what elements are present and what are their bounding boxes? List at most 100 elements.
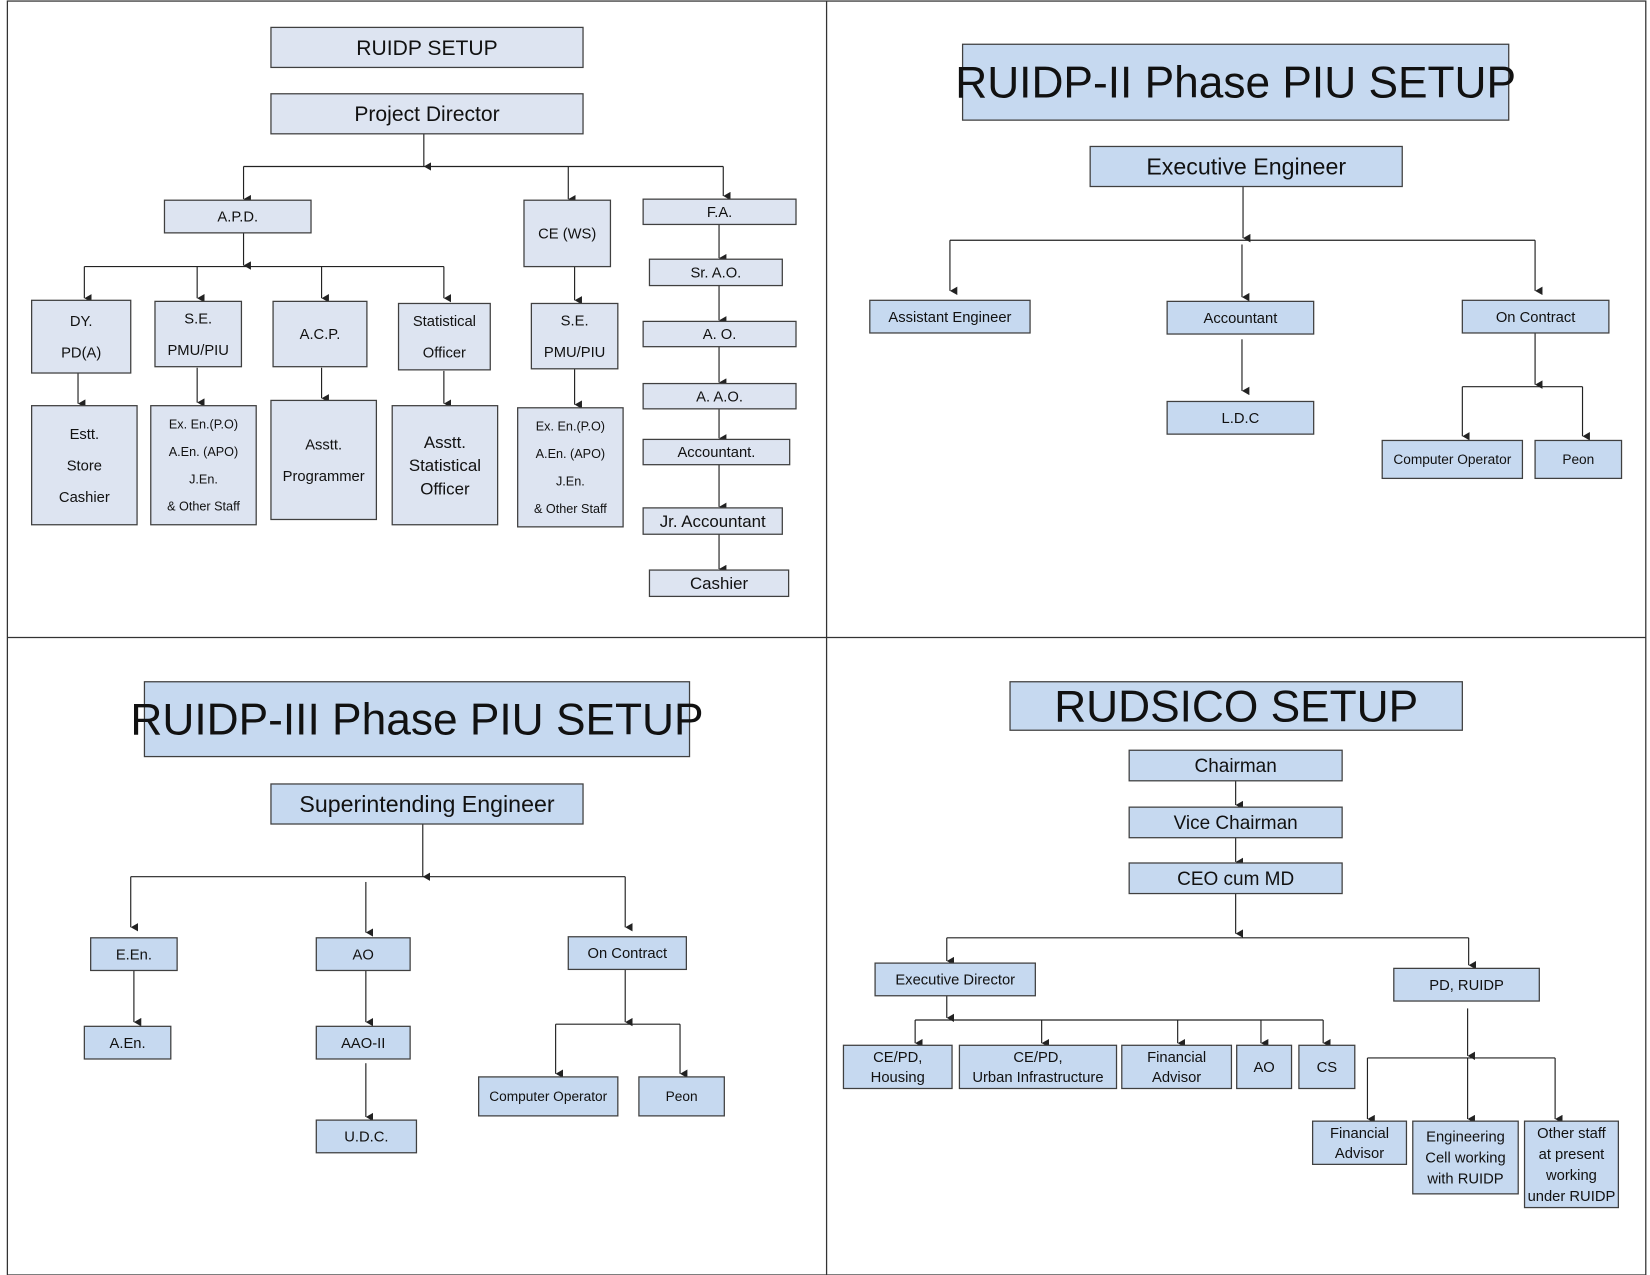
superintending-engineer-label: Superintending Engineer — [299, 791, 554, 817]
apd-label: A.P.D. — [217, 210, 258, 226]
finance-chain-2: A. O. — [642, 320, 797, 348]
exen-staff-label: & Other Staff — [167, 500, 240, 514]
ao-3-label: AO — [353, 947, 374, 963]
engineering-cell-label: Engineering — [1426, 1130, 1505, 1146]
project-director: Project Director — [270, 93, 584, 135]
finance-chain-4: Accountant. — [642, 438, 791, 466]
ceo-cum-md-label: CEO cum MD — [1177, 869, 1294, 890]
other-staff-label: working — [1545, 1168, 1597, 1184]
statistical-officer-label: Statistical — [413, 314, 476, 330]
computer-operator-2-label: Computer Operator — [1393, 452, 1511, 467]
finance-chain-5-label: Jr. Accountant — [660, 512, 766, 531]
een-label: E.En. — [116, 947, 152, 963]
finance-chain-1-label: Sr. A.O. — [690, 266, 741, 282]
vice-chairman-label: Vice Chairman — [1174, 813, 1298, 834]
fa-ruidp: Financial Advisor — [1311, 1120, 1408, 1165]
on-contract-label: On Contract — [1496, 310, 1576, 326]
een: E.En. — [90, 937, 178, 972]
udc-label: U.D.C. — [344, 1130, 388, 1146]
fa-label: F.A. — [707, 205, 732, 221]
ce-urban-label: Urban Infrastructure — [972, 1070, 1103, 1086]
chairman-label: Chairman — [1195, 756, 1277, 777]
other-staff-label: under RUIDP — [1528, 1189, 1616, 1205]
fa-ruidp-label: Advisor — [1335, 1146, 1384, 1162]
pd-ruidp-label: PD, RUIDP — [1429, 978, 1504, 994]
finance-chain-4-label: Accountant. — [677, 445, 755, 461]
ruidp-title-label: RUIDP SETUP — [356, 37, 497, 60]
asst-stat-officer-label: Statistical — [409, 456, 481, 475]
rudsico-title: RUDSICO SETUP — [1009, 681, 1463, 731]
other-staff-label: at present — [1539, 1147, 1605, 1163]
computer-operator-2: Computer Operator — [1381, 439, 1524, 480]
dy-pd-label: PD(A) — [61, 346, 101, 362]
ruidp3-title-label: RUIDP-III Phase PIU SETUP — [130, 696, 703, 745]
ce-ws-label: CE (WS) — [538, 227, 596, 243]
financial-advisor-label: Financial — [1147, 1050, 1206, 1066]
pd-ruidp: PD, RUIDP — [1393, 967, 1540, 1002]
ruidp2-title-label: RUIDP-II Phase PIU SETUP — [955, 59, 1516, 108]
executive-director: Executive Director — [874, 962, 1036, 997]
page-frame — [6, 0, 1647, 1275]
on-contract-3-label: On Contract — [588, 946, 668, 962]
asst-stat-officer-label: Officer — [420, 479, 470, 498]
asst-programmer: Asstt. Programmer — [270, 399, 378, 521]
finance-chain-1: Sr. A.O. — [648, 258, 783, 287]
se-pmu-label: PMU/PIU — [167, 343, 228, 359]
vice-chairman: Vice Chairman — [1128, 806, 1343, 839]
asst-programmer-label: Programmer — [283, 469, 365, 485]
udc: U.D.C. — [315, 1119, 418, 1154]
asst-programmer-box — [270, 399, 378, 521]
exen-staff-ws-label: A.En. (APO) — [536, 447, 605, 461]
finance-chain-6: Cashier — [648, 569, 790, 598]
exen-staff-label: J.En. — [189, 472, 218, 486]
computer-operator-3-label: Computer Operator — [489, 1089, 607, 1104]
ce-urban: CE/PD, Urban Infrastructure — [958, 1044, 1118, 1090]
ldc: L.D.C — [1166, 400, 1315, 435]
connectors — [77, 133, 1590, 1124]
apd: A.P.D. — [163, 199, 312, 234]
ce-ws: CE (WS) — [523, 199, 612, 268]
financial-advisor: Financial Advisor — [1121, 1044, 1233, 1090]
finance-chain-6-label: Cashier — [690, 574, 748, 593]
ruidp3-title: RUIDP-III Phase PIU SETUP — [130, 681, 704, 758]
estt-store-cashier-label: Cashier — [59, 490, 110, 506]
peon-2-label: Peon — [1562, 452, 1594, 467]
executive-engineer-label: Executive Engineer — [1146, 154, 1346, 180]
peon-3-label: Peon — [666, 1089, 698, 1104]
estt-store-cashier-label: Store — [67, 458, 102, 474]
engineering-cell: Engineering Cell working with RUIDP — [1412, 1120, 1519, 1195]
se-pmu-ws-label: S.E. — [561, 313, 589, 329]
aao2-label: AAO-II — [341, 1036, 385, 1052]
ceo-cum-md: CEO cum MD — [1128, 862, 1343, 895]
engineering-cell-label: with RUIDP — [1426, 1172, 1503, 1188]
executive-director-label: Executive Director — [895, 973, 1015, 989]
engineering-cell-label: Cell working — [1425, 1151, 1505, 1167]
finance-chain-2-label: A. O. — [703, 327, 737, 343]
accountant-label: Accountant — [1203, 311, 1277, 327]
asst-programmer-label: Asstt. — [305, 437, 342, 453]
assistant-engineer: Assistant Engineer — [869, 299, 1031, 334]
exen-staff-label: A.En. (APO) — [169, 445, 238, 459]
on-contract-3: On Contract — [567, 936, 687, 971]
ce-housing: CE/PD, Housing — [842, 1044, 953, 1090]
exen-staff-ws-label: J.En. — [556, 474, 585, 488]
exen-staff-ws-label: Ex. En.(P.O) — [536, 420, 605, 434]
ao-3: AO — [315, 937, 411, 972]
acp: A.C.P. — [272, 300, 368, 368]
cs-label: CS — [1317, 1060, 1338, 1076]
exen-staff-ws-label: & Other Staff — [534, 502, 607, 516]
cs: CS — [1298, 1044, 1356, 1090]
exen-staff-label: Ex. En.(P.O) — [169, 418, 238, 432]
finance-chain-3-label: A. A.O. — [696, 389, 743, 405]
dy-pd-label: DY. — [70, 314, 93, 330]
se-pmu-ws: S.E. PMU/PIU — [530, 302, 619, 370]
finance-chain-5: Jr. Accountant — [642, 507, 783, 535]
ao-4-label: AO — [1253, 1060, 1274, 1076]
executive-engineer: Executive Engineer — [1089, 145, 1403, 188]
peon-2: Peon — [1534, 439, 1623, 480]
ce-urban-label: CE/PD, — [1013, 1050, 1062, 1066]
se-pmu-label: S.E. — [184, 311, 212, 327]
rudsico-title-label: RUDSICO SETUP — [1054, 682, 1418, 731]
dy-pd-box — [30, 299, 132, 374]
asst-stat-officer-label: Asstt. — [424, 433, 466, 452]
